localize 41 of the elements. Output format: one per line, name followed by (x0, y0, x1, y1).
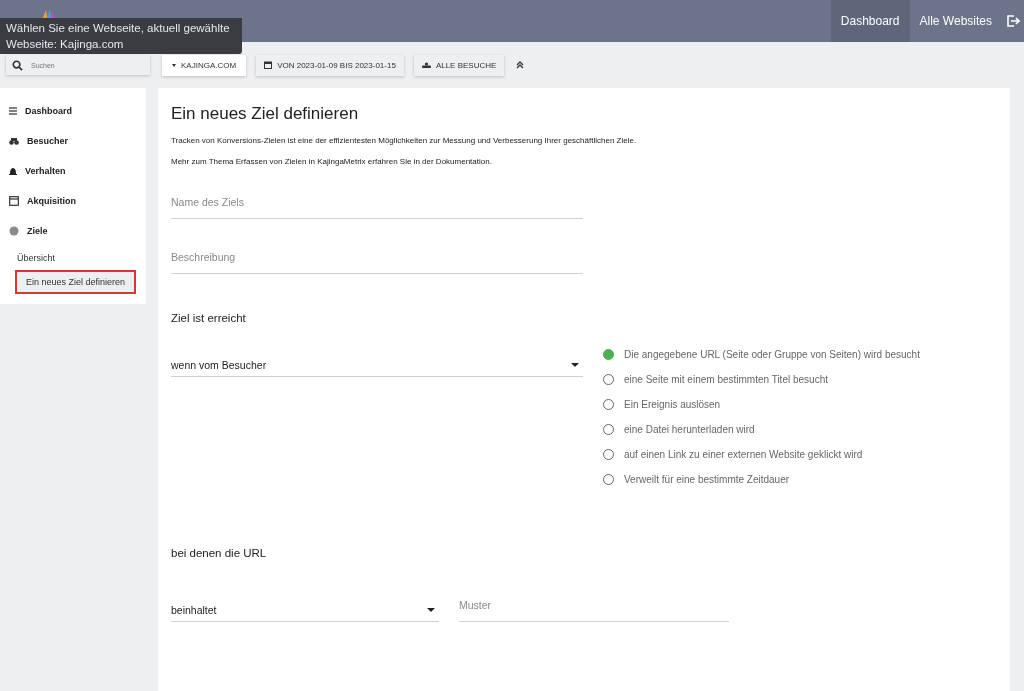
match-select[interactable]: beinhaltet (171, 599, 439, 622)
radio-option[interactable]: eine Seite mit einem bestimmten Titel besucht (603, 371, 920, 387)
list-icon (9, 107, 17, 115)
radio-option[interactable]: Ein Ereignis auslösen (603, 396, 920, 412)
radio-option[interactable]: eine Datei herunterladen wird (603, 421, 920, 437)
date-range-button[interactable]: VON 2023-01-09 BIS 2023-01-15 (256, 54, 404, 76)
trigger-select[interactable]: wenn vom Besucher (171, 354, 583, 377)
caret-icon (571, 363, 579, 367)
sidebar-item[interactable]: Akquisition (0, 186, 146, 216)
radio-button[interactable] (603, 348, 614, 360)
binoculars-icon (9, 137, 19, 145)
calendar-icon (264, 61, 273, 69)
people-icon (421, 62, 431, 68)
globe-icon (9, 226, 19, 236)
site-button[interactable]: KAJINGA.COM (162, 54, 247, 76)
sidebar-subitem[interactable]: Übersicht (0, 246, 146, 270)
tooltip: Wählen Sie eine Webseite, aktuell gewählte Webseite: Kajinga.com (0, 18, 242, 54)
page-title: Ein neues Ziel definieren (171, 104, 360, 124)
calendar-icon (9, 196, 19, 206)
sidebar-subitem[interactable]: Ein neues Ziel definieren (15, 270, 136, 294)
sidebar-item[interactable]: Ziele (0, 216, 146, 246)
collapse-icon[interactable] (516, 61, 525, 69)
logout-icon[interactable] (1006, 14, 1020, 28)
documentation-note: Mehr zum Thema Erfassen von Zielen in KajingaMetrix erfahren Sie in der Dokumentation. (171, 157, 493, 166)
radio-option[interactable]: Die angegebene URL (Seite oder Gruppe von Seiten) wird besucht (603, 346, 920, 362)
radio-option[interactable]: Verweilt für eine bestimmte Zeitdauer (603, 471, 920, 487)
bell-icon (9, 166, 17, 176)
nav-link[interactable]: Dashboard (830, 0, 910, 42)
sidebar-item[interactable]: Verhalten (0, 156, 146, 186)
pattern-field[interactable]: Muster (459, 599, 729, 622)
sidebar-item[interactable]: Besucher (0, 126, 146, 156)
caret-icon (427, 608, 435, 612)
section-heading: bei denen die URL (171, 547, 268, 559)
intro-text: Tracken von Konversions-Zielen ist eine der effizientesten Möglichkeiten zur Messung und Verbesserung Ihrer geschäftlichen Ziele. (171, 136, 638, 145)
segment-button[interactable]: ALLE BESUCHE (413, 54, 505, 76)
nav-link[interactable]: Alle Websites (909, 0, 1002, 42)
caret-icon (172, 63, 176, 67)
section-heading: Ziel ist erreicht (171, 312, 247, 324)
radio-option[interactable]: auf einen Link zu einer externen Website geklickt wird (603, 446, 920, 462)
search-icon (12, 59, 23, 71)
sidebar-item[interactable]: Dashboard (0, 96, 146, 126)
